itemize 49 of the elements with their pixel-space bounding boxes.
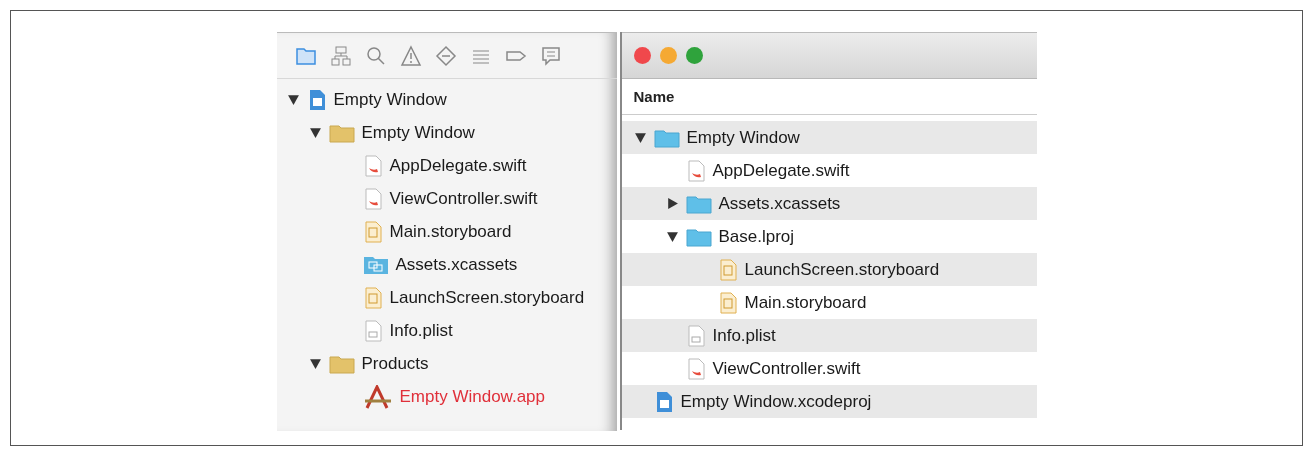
asset-catalog-icon [362, 254, 389, 275]
file-name[interactable]: Main.storyboard [744, 292, 867, 313]
search-tab-icon[interactable] [364, 44, 387, 67]
file-name[interactable]: AppDelegate.swift [712, 160, 850, 181]
collapse-triangle-icon[interactable] [286, 93, 300, 106]
collapse-triangle-icon[interactable] [665, 230, 679, 243]
file-name[interactable]: AppDelegate.swift [389, 155, 527, 176]
swift-file-icon [685, 159, 706, 182]
column-header[interactable]: Name [621, 79, 1037, 115]
speech-bubble-tab-icon[interactable] [539, 44, 562, 67]
swift-file-icon [362, 154, 383, 177]
file-name[interactable]: Empty Window [361, 122, 475, 143]
file-name[interactable]: Main.storyboard [389, 221, 512, 242]
storyboard-file-icon [717, 258, 738, 281]
folder-icon [328, 122, 355, 143]
storyboard-file-icon [362, 220, 383, 243]
file-name[interactable]: Assets.xcassets [718, 193, 841, 214]
file-name[interactable]: ViewController.swift [389, 188, 538, 209]
collapse-triangle-icon[interactable] [308, 357, 322, 370]
file-name[interactable]: LaunchScreen.storyboard [389, 287, 585, 308]
file-name[interactable]: Empty Window [333, 89, 447, 110]
close-button[interactable] [633, 47, 651, 64]
folder-icon [685, 193, 712, 214]
file-name[interactable]: Empty Window.app [399, 386, 545, 407]
warning-tab-icon[interactable] [399, 44, 422, 67]
hierarchy-tab-icon[interactable] [329, 44, 352, 67]
folder-icon [685, 226, 712, 247]
diamond-tab-icon[interactable] [434, 44, 457, 67]
file-name[interactable]: Info.plist [712, 325, 776, 346]
plist-file-icon [362, 319, 383, 342]
expand-triangle-icon[interactable] [665, 197, 679, 210]
file-name[interactable]: Info.plist [389, 320, 453, 341]
file-name[interactable]: ViewController.swift [712, 358, 861, 379]
swift-file-icon [685, 357, 706, 380]
folder-icon [653, 127, 680, 148]
collapse-triangle-icon[interactable] [308, 126, 322, 139]
folder-icon [328, 353, 355, 374]
swift-file-icon [362, 187, 383, 210]
minimize-button[interactable] [659, 47, 677, 64]
plist-file-icon [685, 324, 706, 347]
file-name[interactable]: Products [361, 353, 429, 374]
storyboard-file-icon [717, 291, 738, 314]
file-name[interactable]: Assets.xcassets [395, 254, 518, 275]
storyboard-file-icon [362, 286, 383, 309]
file-name[interactable]: Empty Window [686, 127, 800, 148]
zoom-button[interactable] [685, 47, 703, 64]
app-icon [362, 384, 393, 409]
collapse-triangle-icon[interactable] [633, 131, 647, 144]
file-name[interactable]: Base.lproj [718, 226, 795, 247]
